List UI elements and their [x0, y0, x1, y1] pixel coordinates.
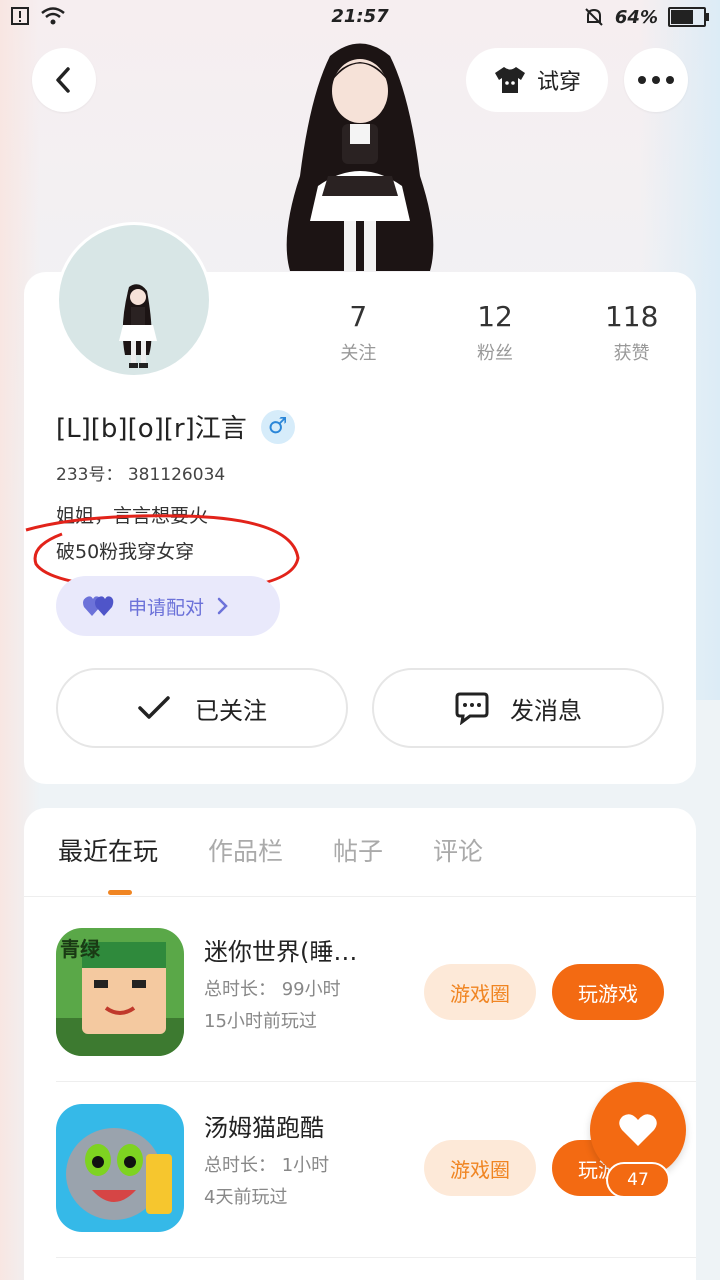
- double-heart-icon: [83, 596, 114, 616]
- game-title: 迷你世界(睡…: [204, 938, 358, 966]
- avatar-figure-image: [119, 284, 157, 368]
- activity-card: 最近在玩 作品栏 帖子 评论 青绿 迷你世界(睡… 总时长： 99小时 15小时…: [24, 808, 696, 1280]
- username: [L][b][o][r]江言: [56, 414, 247, 444]
- game-last-played: 4天前玩过: [204, 1187, 288, 1208]
- stat-following-label: 关注: [340, 343, 377, 364]
- tab-works[interactable]: 作品栏: [208, 832, 283, 868]
- mute-bell-icon: [585, 8, 603, 26]
- game-meta: 总时长： 99小时 15小时前玩过: [204, 974, 341, 1038]
- stat-following-value: 7: [349, 300, 368, 333]
- battery-percent: 64%: [614, 6, 658, 28]
- stat-followers-value: 12: [477, 300, 513, 333]
- game-title: 汤姆猫跑酷: [204, 1114, 324, 1142]
- stat-following[interactable]: 7 关注: [290, 300, 427, 380]
- checkmark-icon: [138, 696, 170, 719]
- tabs-divider: [24, 896, 696, 897]
- stat-likes[interactable]: 118 获赞: [563, 300, 700, 380]
- tab-posts[interactable]: 帖子: [333, 832, 383, 868]
- game-meta: 总时长： 1小时 4天前玩过: [204, 1150, 329, 1214]
- game-icon-talking-tom[interactable]: [56, 1104, 184, 1232]
- stat-likes-label: 获赞: [613, 343, 650, 364]
- tab-recently-played[interactable]: 最近在玩: [58, 832, 158, 868]
- active-tab-indicator: [108, 890, 132, 895]
- character-avatar-figure: [286, 43, 434, 271]
- followed-button[interactable]: 已关注: [56, 668, 348, 748]
- more-options-button[interactable]: [624, 48, 688, 112]
- avatar[interactable]: [56, 222, 212, 378]
- more-dots-icon: [638, 76, 674, 84]
- game-icon-text: 青绿: [60, 937, 101, 961]
- followed-label: 已关注: [195, 696, 267, 725]
- status-bar: 21:57 64%: [0, 0, 720, 36]
- game-circle-button[interactable]: 游戏圈: [424, 1140, 536, 1196]
- row-divider: [56, 1257, 696, 1258]
- game-icon-mini-world[interactable]: 青绿: [56, 928, 184, 1056]
- stat-likes-value: 118: [604, 300, 659, 333]
- play-game-button[interactable]: 玩游戏: [552, 964, 664, 1020]
- profile-tabs: 最近在玩 作品栏 帖子 评论: [58, 832, 483, 868]
- try-on-button[interactable]: 试穿: [466, 48, 608, 112]
- request-pair-button[interactable]: 申请配对: [56, 576, 280, 636]
- gender-male-icon: ♂: [260, 409, 295, 444]
- stat-followers-label: 粉丝: [477, 343, 513, 364]
- profile-stats: 7 关注 12 粉丝 118 获赞: [290, 300, 700, 380]
- game-last-played: 15小时前玩过: [204, 1011, 317, 1032]
- user-id: 233号： 381126034: [56, 465, 226, 485]
- game-duration: 总时长： 1小时: [204, 1155, 330, 1176]
- request-pair-label: 申请配对: [128, 596, 205, 619]
- heart-icon: [619, 1114, 657, 1146]
- battery-icon: [668, 7, 709, 27]
- tshirt-icon: [494, 67, 525, 93]
- tab-comments[interactable]: 评论: [433, 832, 483, 868]
- try-on-label: 试穿: [536, 70, 581, 95]
- back-button[interactable]: [32, 48, 96, 112]
- like-count-badge: 47: [606, 1162, 670, 1198]
- profile-username-row: [L][b][o][r]江言 ♂: [56, 408, 295, 445]
- game-duration: 总时长： 99小时: [204, 979, 341, 1000]
- send-message-button[interactable]: 发消息: [372, 668, 664, 748]
- send-message-label: 发消息: [510, 696, 582, 725]
- row-divider: [56, 1081, 696, 1082]
- game-circle-button[interactable]: 游戏圈: [424, 964, 536, 1020]
- stat-followers[interactable]: 12 粉丝: [427, 300, 564, 380]
- message-bubble-icon: [455, 692, 489, 725]
- chevron-left-icon: [56, 67, 70, 93]
- game-row[interactable]: 青绿 迷你世界(睡… 总时长： 99小时 15小时前玩过 游戏圈 玩游戏: [56, 928, 696, 1058]
- chevron-right-icon: [217, 597, 228, 615]
